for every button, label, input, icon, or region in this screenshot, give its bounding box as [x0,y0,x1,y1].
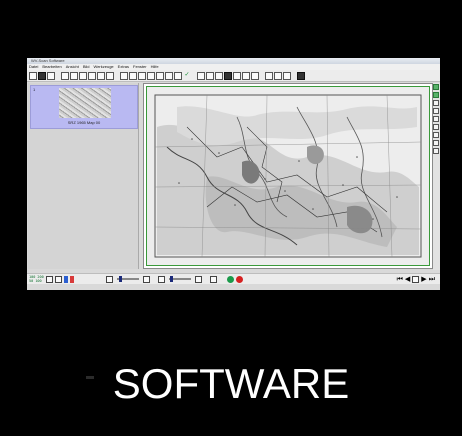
bw-mode-icon[interactable] [45,275,53,283]
copy-icon[interactable] [197,71,205,80]
zoom-out-icon[interactable] [106,71,114,80]
settings-icon[interactable] [297,71,305,80]
deskew-icon[interactable] [433,132,439,138]
page-icon[interactable] [242,71,250,80]
new-icon[interactable] [29,71,37,80]
export-icon[interactable] [283,71,291,80]
fill-icon[interactable] [224,71,232,80]
brightness-slider[interactable] [116,276,139,282]
zoom-in-icon[interactable] [97,71,105,80]
flip-icon[interactable] [433,124,439,130]
main-toolbar: ✓ [27,70,440,82]
color-swatch-blue[interactable] [63,275,68,283]
frame-icon[interactable] [156,71,164,80]
thumbnail-item[interactable]: 1 SRZ 1965 Map 00 [30,85,138,129]
thumbnail-index: 1 [33,87,36,92]
brand-heading: SOFTWARE [112,360,350,407]
document-2-icon[interactable] [274,71,282,80]
grid-view-icon[interactable] [433,100,439,106]
contrast-high-icon[interactable] [194,275,202,283]
gray-mode-icon[interactable] [54,275,62,283]
confirm-icon[interactable] [226,275,234,283]
rotate-left-icon[interactable] [433,108,439,114]
fit-width-icon[interactable] [433,92,439,98]
rotate-right-icon[interactable] [433,116,439,122]
contrast-icon[interactable] [433,148,439,154]
map-canvas[interactable] [143,83,433,269]
open-icon[interactable] [38,71,46,80]
next-page-icon[interactable]: ▶ [421,275,426,283]
brightness-high-icon[interactable] [142,275,150,283]
scan-icon[interactable] [70,71,78,80]
slider-knob-2[interactable] [169,276,173,282]
right-tool-strip [433,83,440,270]
page-field[interactable] [412,275,420,283]
layout-icon[interactable] [174,71,182,80]
contrast-low-icon[interactable] [157,275,165,283]
thumbnail-image [59,88,111,118]
map-selection-frame[interactable] [146,86,430,266]
window-title: WV-Scan Software [31,58,65,63]
document-icon[interactable] [265,71,273,80]
thumbnail-label: SRZ 1965 Map 00 [67,120,101,125]
monitor-2-icon[interactable] [88,71,96,80]
print-icon[interactable] [61,71,69,80]
scanned-map-image [147,87,429,265]
stop-icon[interactable] [235,275,243,283]
save-icon[interactable] [47,71,55,80]
mirror-icon[interactable] [215,71,223,80]
split-icon[interactable] [165,71,173,80]
fit-page-icon[interactable] [433,84,439,90]
zoom-readout: 100 200 50 100 [29,275,44,283]
grid-icon[interactable] [147,71,155,80]
prev-page-icon[interactable]: ◀ [405,275,410,283]
check-icon[interactable]: ✓ [183,71,191,80]
stamp-icon[interactable] [233,71,241,80]
edit-icon[interactable] [251,71,259,80]
brightness-icon[interactable] [433,140,439,146]
crop-icon[interactable] [129,71,137,80]
gear-icon[interactable] [209,275,217,283]
contrast-slider[interactable] [168,276,191,282]
slider-knob[interactable] [118,276,122,282]
monitor-icon[interactable] [79,71,87,80]
paste-icon[interactable] [206,71,214,80]
first-page-icon[interactable]: ⏮ [397,275,403,283]
last-page-icon[interactable]: ⏭ [429,275,435,283]
rotate-icon[interactable] [138,71,146,80]
zoom-readout-line2: 50 100 [29,279,42,283]
thumbnail-panel: 1 SRZ 1965 Map 00 [28,83,139,269]
status-bar: 100 200 50 100 ⏮ ◀ ▶ ⏭ [27,273,440,284]
brightness-low-icon[interactable] [105,275,113,283]
software-screen: WV-Scan Software Datei Bearbeiten Ansich… [27,58,440,290]
color-swatch-red[interactable] [69,275,74,283]
select-icon[interactable] [120,71,128,80]
